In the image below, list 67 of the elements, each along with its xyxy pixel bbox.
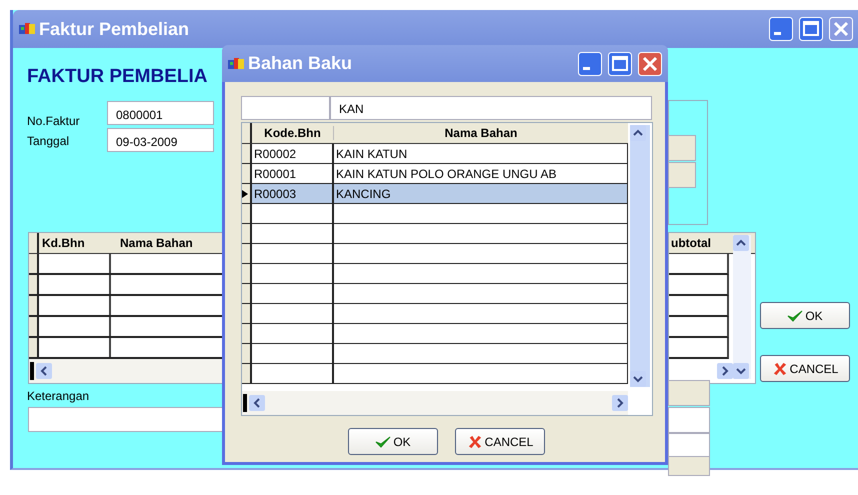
table-cell[interactable]: KAIN KATUN bbox=[334, 144, 628, 163]
column-header: Nama Bahan bbox=[119, 236, 193, 250]
input-field[interactable] bbox=[668, 380, 710, 406]
input-field[interactable] bbox=[668, 162, 696, 188]
scroll-down-button[interactable] bbox=[733, 363, 749, 379]
scroll-up-button[interactable] bbox=[733, 235, 749, 251]
window-title: Faktur Pembelian bbox=[39, 18, 190, 40]
input-field[interactable]: 09-03-2009 bbox=[107, 128, 214, 152]
row-header[interactable] bbox=[242, 284, 252, 303]
table-cell[interactable]: KANCING bbox=[334, 184, 628, 203]
row-header[interactable] bbox=[242, 164, 252, 183]
checkmark-icon bbox=[375, 434, 392, 448]
scroll-right-button[interactable] bbox=[717, 363, 733, 379]
items-grid[interactable]: ubtotal bbox=[668, 232, 756, 384]
row-header[interactable] bbox=[242, 324, 252, 343]
scroll-left-button[interactable] bbox=[249, 395, 265, 411]
minimize-button[interactable] bbox=[769, 17, 793, 41]
row-header[interactable] bbox=[242, 344, 252, 363]
row-header[interactable] bbox=[29, 338, 39, 357]
table-cell[interactable]: KAIN KATUN POLO ORANGE UNGU AB bbox=[334, 164, 628, 183]
input-field[interactable] bbox=[668, 135, 696, 161]
row-header[interactable] bbox=[29, 296, 39, 315]
maximize-button[interactable] bbox=[608, 52, 632, 76]
scroll-left-button[interactable] bbox=[36, 363, 52, 379]
column-header: Kd.Bhn bbox=[41, 236, 86, 250]
row-header[interactable] bbox=[242, 224, 252, 243]
row-header[interactable] bbox=[242, 244, 252, 263]
column-header: Kode.Bhn bbox=[252, 126, 334, 140]
column-header: ubtotal bbox=[671, 236, 711, 250]
close-button[interactable] bbox=[829, 17, 853, 41]
close-button[interactable] bbox=[638, 52, 662, 76]
row-header[interactable] bbox=[242, 264, 252, 283]
minimize-button[interactable] bbox=[578, 52, 602, 76]
row-header[interactable] bbox=[242, 304, 252, 323]
column-header: Nama Bahan bbox=[444, 126, 518, 140]
field-label: Tanggal bbox=[27, 134, 70, 148]
app-icon bbox=[228, 56, 244, 70]
row-header[interactable] bbox=[242, 364, 252, 383]
app-icon bbox=[19, 22, 35, 36]
maximize-button[interactable] bbox=[799, 17, 823, 41]
ok-button[interactable]: OK bbox=[760, 302, 850, 329]
row-header[interactable] bbox=[242, 184, 252, 203]
input-field[interactable]: 0800001 bbox=[107, 101, 214, 125]
table-cell[interactable]: R00003 bbox=[252, 184, 334, 203]
row-header[interactable] bbox=[242, 144, 252, 163]
table-cell[interactable]: R00002 bbox=[252, 144, 334, 163]
row-pointer-icon bbox=[242, 190, 248, 198]
dialog-title: Bahan Baku bbox=[248, 53, 352, 74]
field-label: No.Faktur bbox=[27, 114, 80, 128]
form-heading: FAKTUR PEMBELIA bbox=[27, 66, 208, 88]
checkmark-icon bbox=[787, 308, 804, 322]
cross-icon bbox=[466, 434, 483, 448]
search-field[interactable]: KAN bbox=[330, 96, 652, 120]
input-field[interactable] bbox=[668, 456, 710, 476]
ok-button[interactable]: OK bbox=[348, 428, 438, 455]
row-header[interactable] bbox=[242, 204, 252, 223]
input-field[interactable] bbox=[241, 96, 330, 120]
input-field[interactable] bbox=[668, 407, 710, 433]
scroll-right-button[interactable] bbox=[612, 395, 628, 411]
field-label: Keterangan bbox=[27, 389, 90, 403]
row-header[interactable] bbox=[29, 254, 39, 273]
cancel-button[interactable]: CANCEL bbox=[455, 428, 545, 455]
cross-icon bbox=[772, 362, 788, 376]
row-header[interactable] bbox=[29, 275, 39, 294]
row-header[interactable] bbox=[29, 317, 39, 336]
materials-grid[interactable]: Kode.Bhn Nama Bahan R00002 KAIN KATUN R00001 KAIN KATUN POLO ORANGE UNGU AB R00003 KANCING bbox=[241, 122, 653, 416]
cancel-button[interactable]: CANCEL bbox=[760, 355, 850, 382]
